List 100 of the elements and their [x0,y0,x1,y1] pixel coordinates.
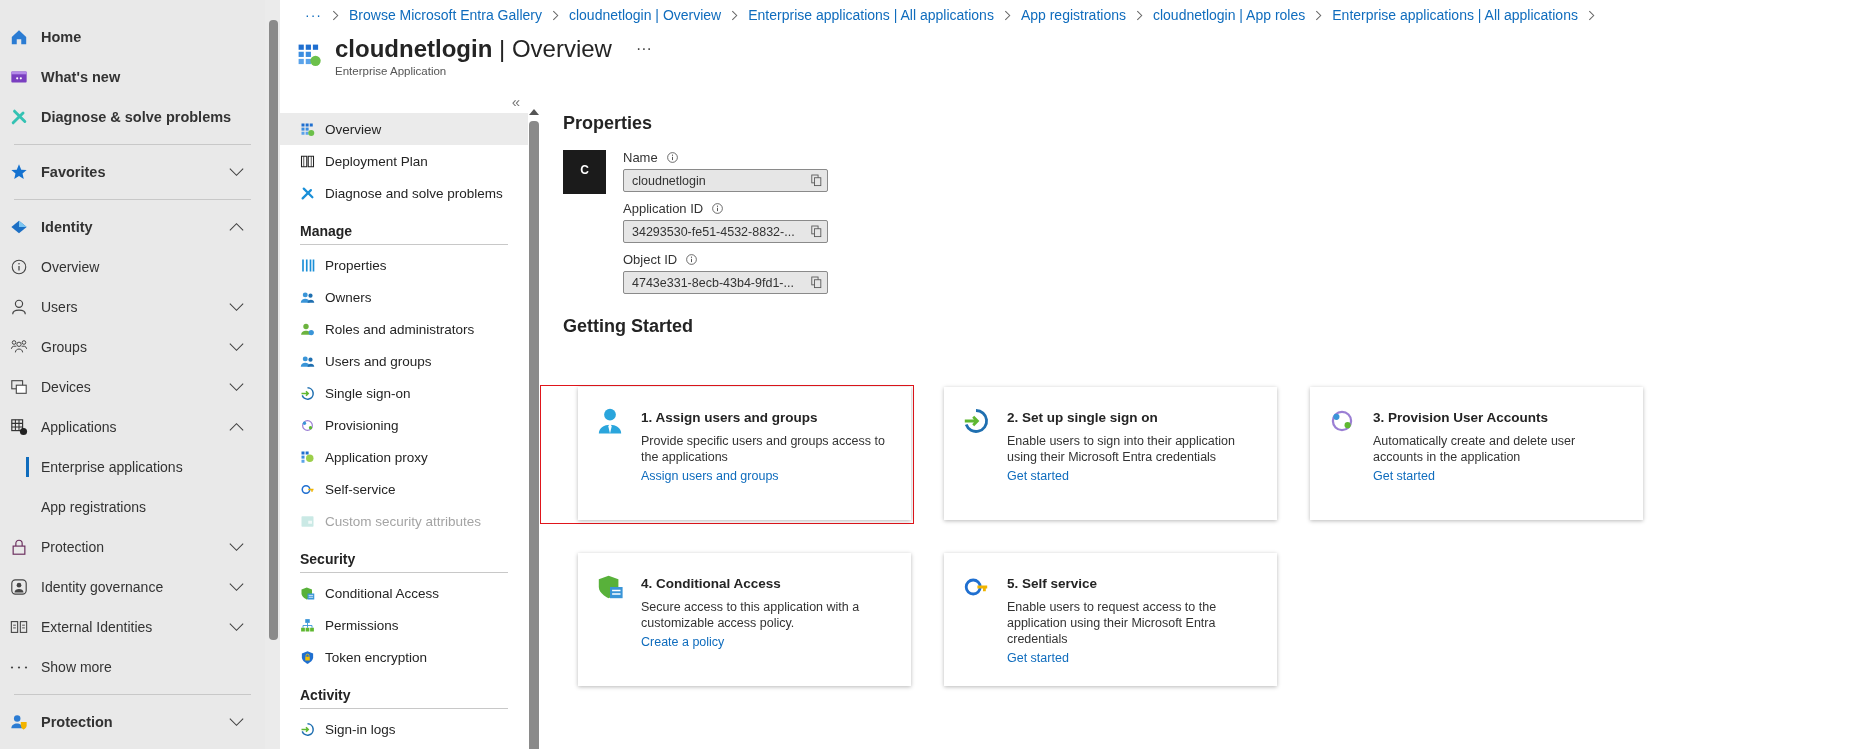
collapse-button[interactable]: « [511,93,521,113]
menu-item[interactable]: Owners [280,281,529,313]
card-link[interactable]: Create a policy [641,635,725,649]
section-heading: Manage [300,223,509,245]
breadcrumb-link[interactable]: Browse Microsoft Entra Gallery [349,7,542,23]
section-heading: Activity [300,687,509,709]
nav-item[interactable]: Enterprise applications [0,447,265,487]
card-title: 4. Conditional Access [641,576,781,591]
grid-icon [300,121,315,137]
card-description: Automatically create and delete user accounts in the application [1373,433,1577,465]
menu-item[interactable]: Self-service [280,473,529,505]
section-heading: Security [300,551,509,573]
chevron-down-icon[interactable] [228,622,245,632]
menu-item[interactable]: Permissions [280,609,529,641]
card-link[interactable]: Get started [1007,651,1069,665]
chevron-down-icon[interactable] [228,582,245,592]
breadcrumb-link[interactable]: cloudnetlogin | Overview [568,7,722,23]
copy-icon[interactable] [811,225,822,238]
more-button[interactable]: ··· [635,40,652,58]
menu-item[interactable]: Users and groups [280,345,529,377]
hierarchy-icon [300,617,315,633]
chevron-down-icon[interactable] [228,342,245,352]
nav-item[interactable]: External Identities [0,607,265,647]
chevron-up-icon[interactable] [228,422,245,432]
tools-icon [10,108,28,126]
copy-icon[interactable] [811,174,822,187]
nav-item[interactable]: Identity governance [0,567,265,607]
menu-item[interactable]: Deployment Plan [280,145,529,177]
nav-item[interactable]: Overview [0,247,265,287]
grid-icon [300,449,315,465]
info-icon[interactable] [665,151,679,164]
chevron-right-icon [1587,9,1595,21]
chevron-down-icon[interactable] [228,302,245,312]
person-shield-icon [10,713,28,731]
chevron-down-icon[interactable] [228,167,245,177]
card-link[interactable]: Get started [1373,469,1435,483]
menu-item[interactable]: Single sign-on [280,377,529,409]
menu-item[interactable]: Token encryption [280,641,529,673]
card-link[interactable]: Get started [1007,469,1069,483]
nav-item[interactable]: Applications [0,407,265,447]
section-title: Properties [563,113,654,134]
nav-item[interactable]: Show more [0,647,265,687]
breadcrumb-more-button[interactable]: ··· [305,7,322,23]
chevron-down-icon[interactable] [228,717,245,727]
nav-item[interactable]: Users [0,287,265,327]
menu-item[interactable]: Diagnose and solve problems [280,177,529,209]
menu-item[interactable]: Conditional Access [280,577,529,609]
nav-item[interactable]: Favorites [0,152,265,192]
nav-item[interactable]: Groups [0,327,265,367]
info-icon[interactable] [711,202,725,215]
copy-icon[interactable] [811,276,822,289]
card-title: 2. Set up single sign on [1007,410,1158,425]
home-icon [10,28,28,46]
nav-item[interactable]: App registrations [0,487,265,527]
nav-item[interactable]: Protection [0,702,265,742]
nav-item[interactable]: What's new [0,57,265,97]
chevron-right-icon [1135,9,1143,21]
card-description: Secure access to this application with a customizable access policy. [641,599,861,631]
book-icon [300,153,315,169]
card-title: 5. Self service [1007,576,1098,591]
menu-item[interactable]: Properties [280,249,529,281]
nav-item[interactable]: Diagnose & solve problems [0,97,265,137]
read-only-field[interactable]: cloudnetlogin [623,169,828,192]
scrollbar[interactable] [528,107,540,749]
chevron-right-icon [332,9,339,21]
menu-item[interactable]: Application proxy [280,441,529,473]
nav-item[interactable]: Devices [0,367,265,407]
read-only-field[interactable]: 34293530-fe51-4532-8832-... [623,220,828,243]
nav-item[interactable]: Home [0,17,265,57]
chevron-right-icon [551,9,559,21]
info-icon[interactable] [685,253,699,266]
breadcrumb-link[interactable]: Enterprise applications | All applications [1332,7,1578,23]
chevron-down-icon[interactable] [228,382,245,392]
read-only-field[interactable]: 4743e331-8ecb-43b4-9fd1-... [623,271,828,294]
shield-icon [300,585,315,601]
field-label: Name [623,150,658,165]
nav-item[interactable]: Identity [0,207,265,247]
breadcrumb-link[interactable]: cloudnetlogin | App roles [1152,7,1306,23]
diamond-icon [10,218,28,236]
sign-in-icon [300,721,315,737]
breadcrumb-link[interactable]: App registrations [1020,7,1126,23]
menu-item[interactable]: Overview [280,113,529,145]
info-icon [10,258,28,276]
scroll-up-icon[interactable] [529,109,540,115]
menu-item[interactable]: Provisioning [280,409,529,441]
chevron-right-icon [731,9,739,21]
chevron-right-icon [1003,9,1011,21]
tools-icon [300,185,315,201]
person-icon [596,407,624,435]
nav-item[interactable]: Protection [0,527,265,567]
breadcrumb-link[interactable]: Enterprise applications | All applications [748,7,994,23]
menu-item[interactable]: Roles and administrators [280,313,529,345]
menu-item[interactable]: Sign-in logs [280,713,529,745]
people-icon [300,353,315,369]
chevron-up-icon[interactable] [228,222,245,232]
card-description: Enable users to request access to the application using their Microsoft Entra credentials [1007,599,1218,647]
card-link[interactable]: Assign users and groups [641,469,779,483]
chevron-down-icon[interactable] [228,542,245,552]
more-icon [10,665,28,669]
lock-icon [10,538,28,556]
